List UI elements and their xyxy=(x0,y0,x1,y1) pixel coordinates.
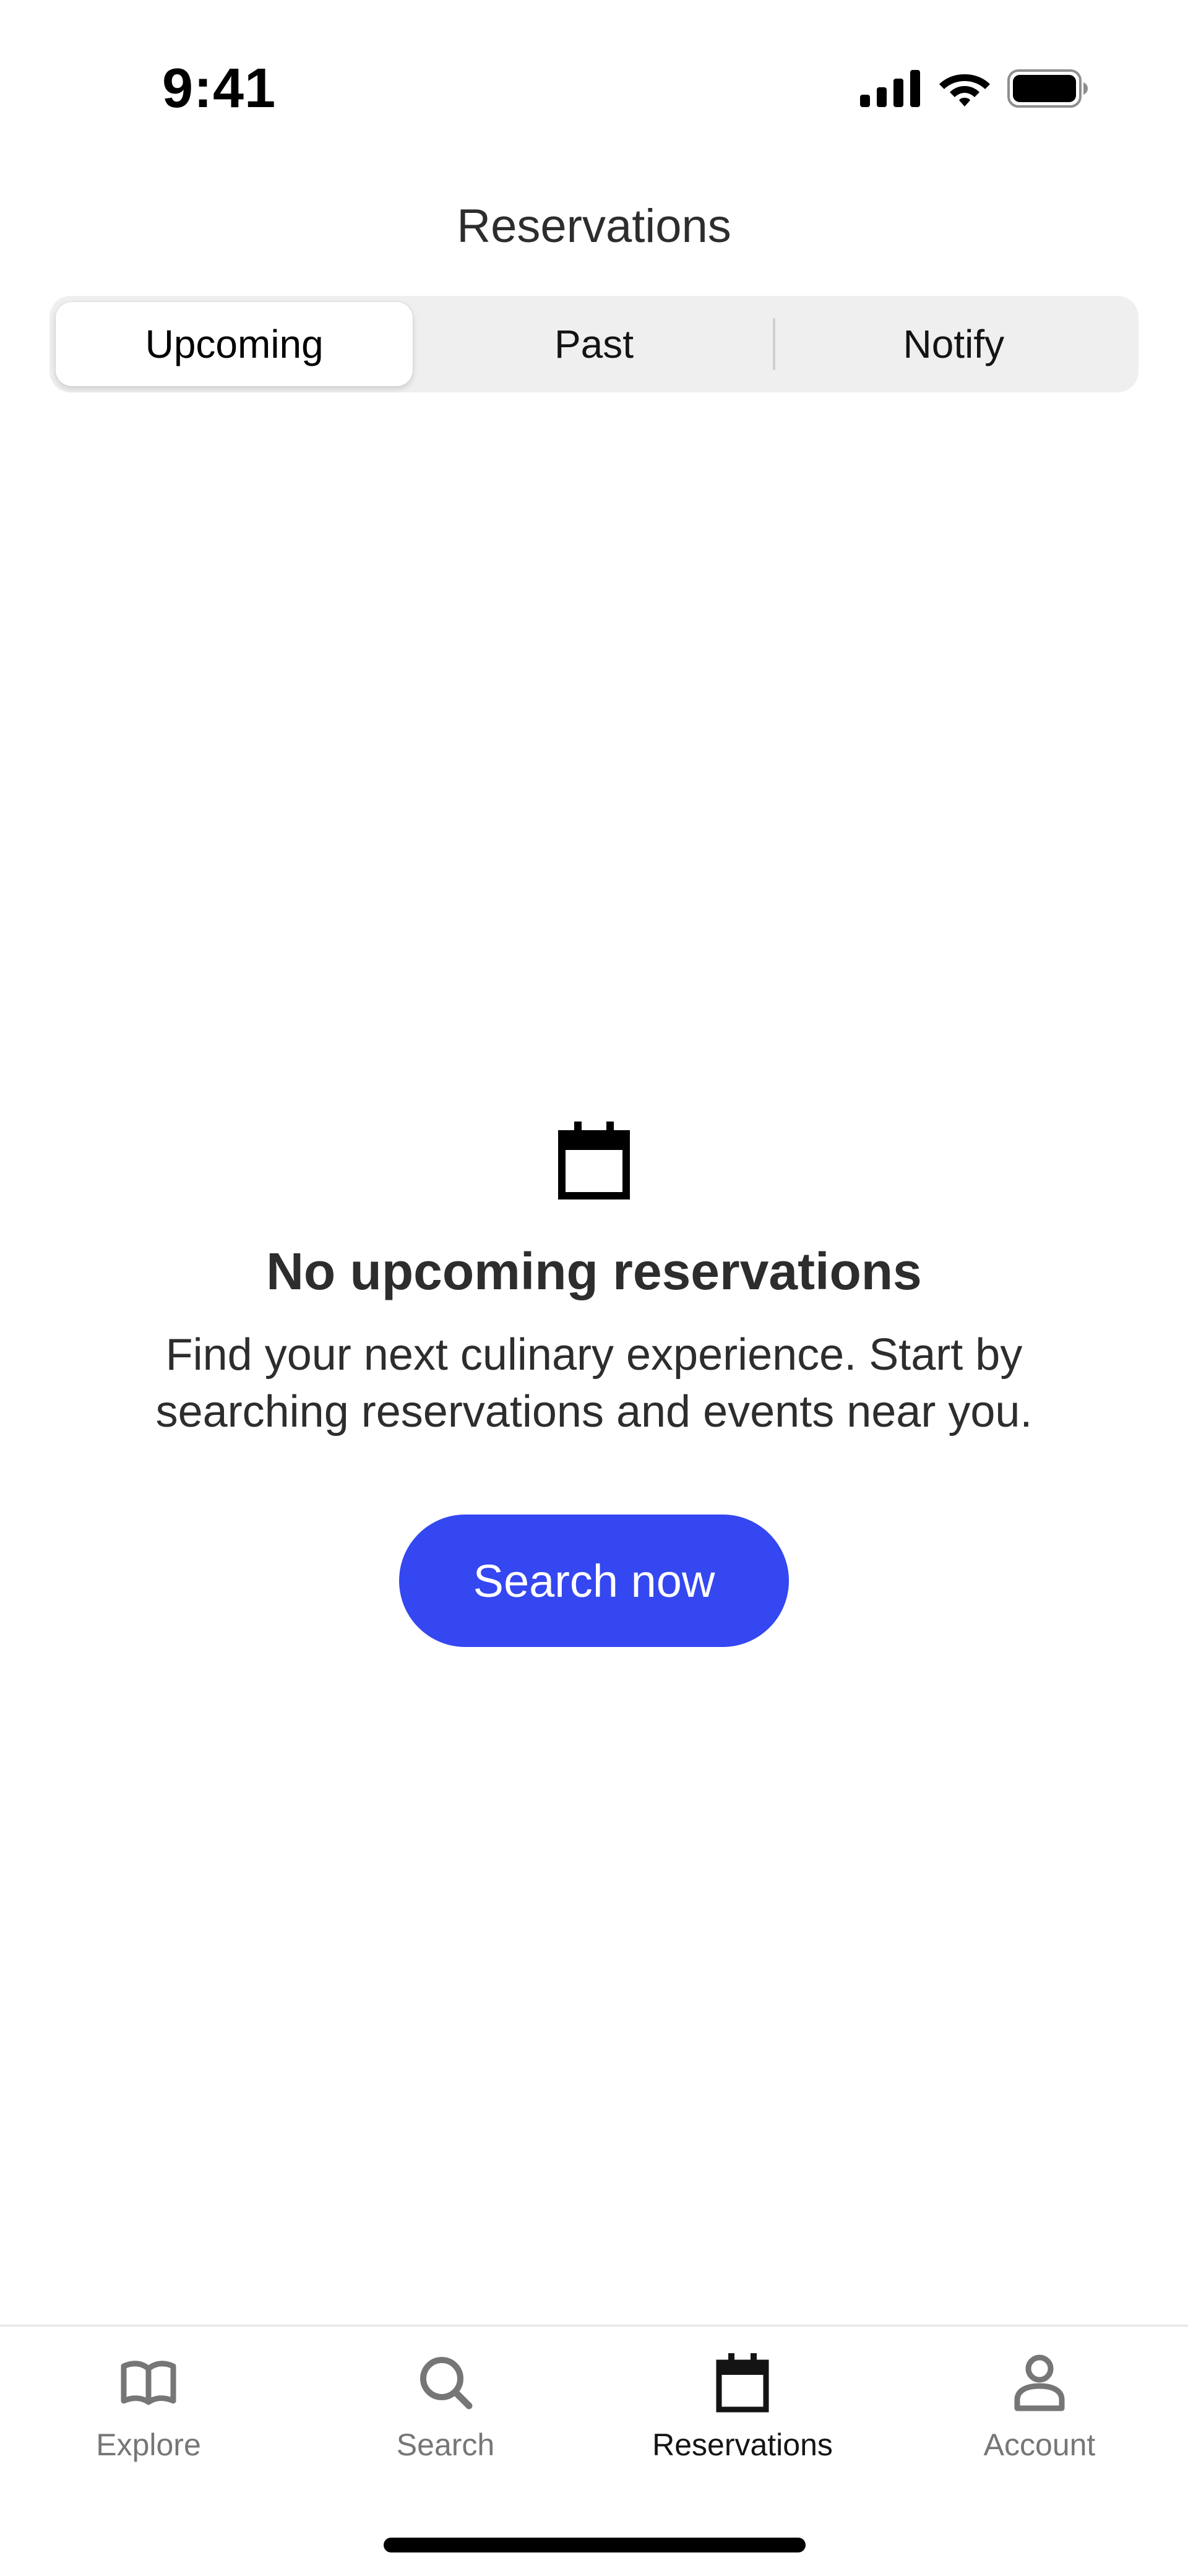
segment-past[interactable]: Past xyxy=(415,302,772,386)
status-time: 9:41 xyxy=(162,58,277,119)
tab-account[interactable]: Account xyxy=(891,2351,1188,2475)
segment-notify[interactable]: Notify xyxy=(775,302,1132,386)
tab-explore-label: Explore xyxy=(96,2427,201,2462)
empty-state-description: Find your next culinary experience. Star… xyxy=(155,1330,1033,1437)
home-indicator xyxy=(384,2538,806,2552)
page-title: Reservations xyxy=(457,200,731,253)
tab-account-label: Account xyxy=(983,2427,1096,2462)
tab-search-label: Search xyxy=(396,2427,495,2462)
segment-upcoming[interactable]: Upcoming xyxy=(56,302,413,386)
tab-search[interactable]: Search xyxy=(297,2351,594,2475)
calendar-icon xyxy=(558,1122,630,1199)
status-bar: 9:41 xyxy=(0,0,1188,161)
segment-past-label: Past xyxy=(554,322,634,366)
tab-explore[interactable]: Explore xyxy=(0,2351,297,2475)
status-icons xyxy=(860,67,1089,110)
search-icon xyxy=(420,2357,473,2410)
empty-state-title: No upcoming reservations xyxy=(266,1242,922,1300)
cellular-signal-icon xyxy=(860,70,920,107)
person-icon xyxy=(1014,2354,1065,2411)
battery-icon xyxy=(1007,69,1088,108)
segment-notify-label: Notify xyxy=(903,322,1005,366)
calendar-icon xyxy=(716,2353,769,2413)
book-icon xyxy=(121,2361,176,2405)
reservation-filter-segmented-control: Upcoming Past Notify xyxy=(50,296,1138,392)
wifi-icon xyxy=(939,74,990,106)
segment-upcoming-label: Upcoming xyxy=(145,322,324,366)
search-now-button[interactable]: Search now xyxy=(399,1515,789,1647)
empty-state: No upcoming reservations Find your next … xyxy=(0,1120,1188,1647)
tab-reservations[interactable]: Reservations xyxy=(594,2351,891,2475)
tab-reservations-label: Reservations xyxy=(652,2427,833,2462)
